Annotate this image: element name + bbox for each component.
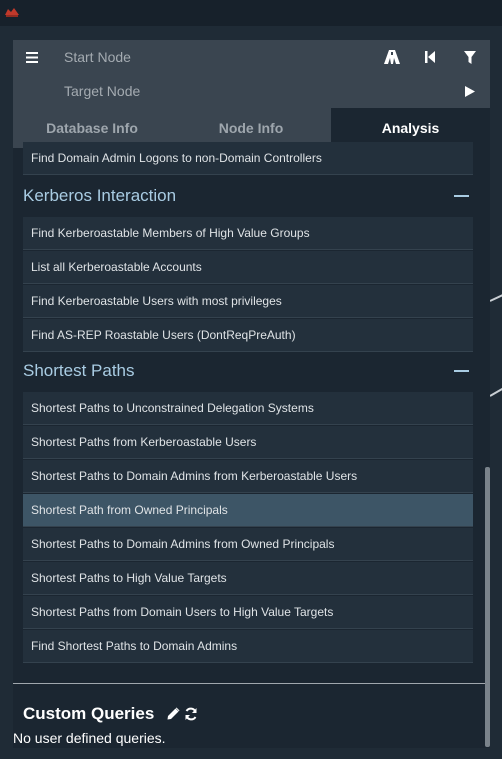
refresh-icon[interactable] bbox=[184, 707, 198, 721]
collapse-icon[interactable] bbox=[454, 195, 469, 197]
custom-queries-title: Custom Queries bbox=[23, 704, 155, 723]
graph-edge bbox=[489, 385, 502, 397]
query-item[interactable]: Shortest Paths from Domain Users to High… bbox=[23, 596, 473, 629]
search-panel: Database Info Node Info Analysis Find Do… bbox=[13, 40, 490, 748]
query-item[interactable]: Shortest Paths to Domain Admins from Own… bbox=[23, 528, 473, 561]
query-item[interactable]: Shortest Paths to High Value Targets bbox=[23, 562, 473, 595]
play-button[interactable] bbox=[452, 74, 488, 108]
target-node-row bbox=[13, 74, 490, 108]
play-icon bbox=[465, 85, 475, 97]
filter-icon bbox=[464, 50, 476, 64]
query-item[interactable]: Find Kerberoastable Members of High Valu… bbox=[23, 217, 473, 250]
section-title: Kerberos Interaction bbox=[23, 186, 177, 205]
pathfinding-icon bbox=[384, 50, 400, 64]
query-item[interactable]: Shortest Paths from Kerberoastable Users bbox=[23, 426, 473, 459]
query-item[interactable]: Shortest Paths to Unconstrained Delegati… bbox=[23, 392, 473, 425]
logo-icon bbox=[5, 8, 19, 17]
section-kerberos-interaction: Kerberos Interaction bbox=[23, 179, 473, 213]
query-item-selected[interactable]: Shortest Path from Owned Principals bbox=[23, 494, 473, 527]
query-item[interactable]: Find Shortest Paths to Domain Admins bbox=[23, 630, 473, 663]
back-button[interactable] bbox=[412, 40, 448, 74]
query-item[interactable]: Find Domain Admin Logons to non-Domain C… bbox=[23, 142, 473, 175]
custom-queries-actions bbox=[166, 705, 198, 723]
graph-edge bbox=[489, 291, 502, 302]
section-title: Shortest Paths bbox=[23, 361, 135, 380]
menu-button[interactable] bbox=[13, 40, 51, 74]
query-item[interactable]: Find Kerberoastable Users with most priv… bbox=[23, 285, 473, 318]
filter-button[interactable] bbox=[452, 40, 488, 74]
start-node-input[interactable] bbox=[54, 40, 414, 74]
target-node-input[interactable] bbox=[54, 74, 414, 108]
edit-icon[interactable] bbox=[166, 707, 180, 721]
back-icon bbox=[425, 51, 435, 63]
section-shortest-paths: Shortest Paths bbox=[23, 354, 473, 388]
scrollbar[interactable] bbox=[485, 467, 490, 747]
collapse-icon[interactable] bbox=[454, 370, 469, 372]
top-bar bbox=[0, 0, 502, 26]
query-item[interactable]: Find AS-REP Roastable Users (DontReqPreA… bbox=[23, 319, 473, 352]
query-item[interactable]: Shortest Paths to Domain Admins from Ker… bbox=[23, 460, 473, 493]
pathfinding-button[interactable] bbox=[374, 40, 410, 74]
start-node-row bbox=[13, 40, 490, 74]
analysis-content: Find Domain Admin Logons to non-Domain C… bbox=[13, 142, 490, 748]
query-item[interactable]: List all Kerberoastable Accounts bbox=[23, 251, 473, 284]
custom-queries-empty-text: No user defined queries. bbox=[13, 730, 166, 746]
menu-icon bbox=[26, 51, 38, 63]
divider bbox=[13, 683, 485, 684]
